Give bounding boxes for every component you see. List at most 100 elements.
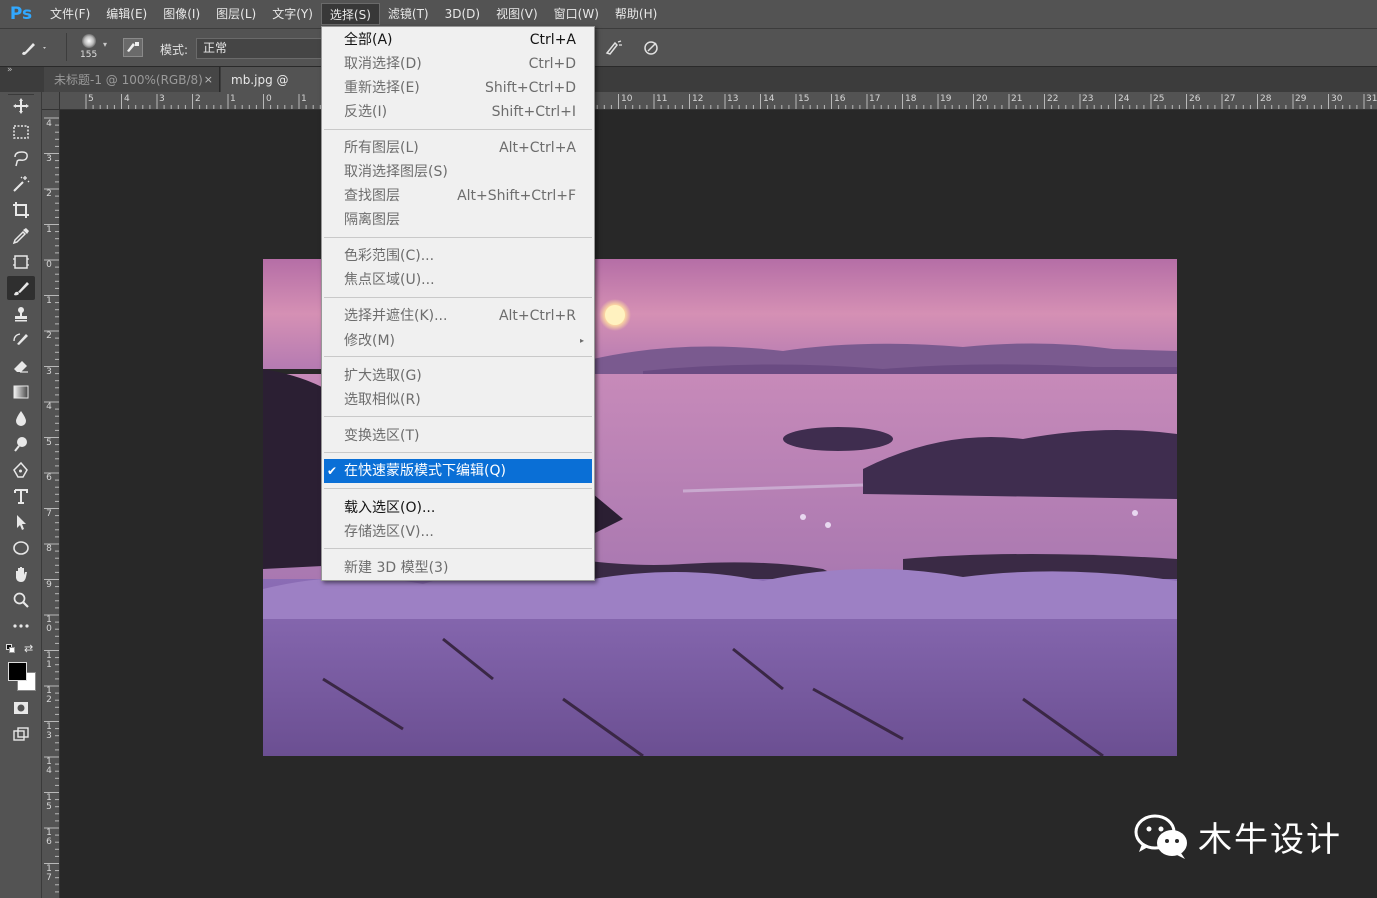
menu-item-grow[interactable]: 扩大选取(G): [324, 364, 592, 388]
ruler-label: 2: [46, 331, 52, 341]
screen-mode-button[interactable]: [7, 722, 35, 746]
foreground-color-swatch[interactable]: [8, 662, 27, 681]
menu-item-select-and-mask[interactable]: 选择并遮住(K)... Alt+Ctrl+R: [324, 304, 592, 328]
menu-view[interactable]: 视图(V): [488, 3, 546, 25]
move-tool[interactable]: [7, 94, 35, 118]
ruler-label: 29: [1295, 94, 1307, 104]
menu-edit[interactable]: 编辑(E): [98, 3, 155, 25]
menu-file[interactable]: 文件(F): [42, 3, 98, 25]
ruler-label: 2: [195, 94, 201, 104]
menu-window[interactable]: 窗口(W): [546, 3, 607, 25]
pen-tool[interactable]: [7, 458, 35, 482]
ruler-label: 1: [230, 94, 236, 104]
menu-separator: [324, 237, 592, 238]
eyedropper-tool[interactable]: [7, 224, 35, 248]
zoom-tool[interactable]: [7, 588, 35, 612]
menu-item-transform-selection[interactable]: 变换选区(T): [324, 424, 592, 448]
menu-item-modify[interactable]: 修改(M) ▸: [324, 329, 592, 353]
brush-tool-preset-button[interactable]: [18, 38, 48, 61]
hand-tool[interactable]: [7, 562, 35, 586]
brush-icon: [22, 43, 46, 55]
brush-panel-icon: [127, 42, 139, 52]
close-icon[interactable]: ×: [204, 67, 213, 93]
lasso-tool[interactable]: [7, 146, 35, 170]
checkmark-icon: ✔: [327, 464, 338, 478]
ruler-corner: [42, 92, 60, 110]
menu-item-similar[interactable]: 选取相似(R): [324, 388, 592, 412]
ruler-label: 9: [46, 580, 52, 590]
menu-select[interactable]: 选择(S): [320, 3, 380, 25]
ruler-label: 30: [1331, 94, 1343, 104]
menu-item-save-selection[interactable]: 存储选区(V)...: [324, 520, 592, 544]
tab-untitled-1[interactable]: 未标题-1 @ 100%(RGB/8) ×: [44, 67, 220, 93]
history-brush-tool[interactable]: [7, 328, 35, 352]
swap-colors-icon[interactable]: ⇄: [24, 642, 33, 655]
menu-layer[interactable]: 图层(L): [208, 3, 264, 25]
blend-mode-select[interactable]: 正常: [196, 38, 322, 59]
ruler-label: 20: [976, 94, 988, 104]
gradient-tool[interactable]: [7, 380, 35, 404]
default-colors-icon[interactable]: [6, 644, 16, 654]
vertical-ruler[interactable]: 4 3 2 1 0 1 2 3 4 5 6 7 8 9 10 11 12 13 …: [42, 110, 60, 898]
ruler-label: 6: [46, 473, 52, 483]
menu-item-new-3d-model[interactable]: 新建 3D 模型(3): [324, 556, 592, 580]
ruler-label: 16: [46, 828, 52, 847]
tab-mb-jpg[interactable]: mb.jpg @ 75.1%: [221, 67, 331, 113]
collapse-panels-icon[interactable]: »: [7, 65, 13, 75]
ruler-label: 15: [798, 94, 810, 104]
ruler-label: 7: [46, 509, 52, 519]
eraser-tool[interactable]: [7, 354, 35, 378]
dodge-icon: [14, 437, 27, 452]
menu-item-focus-area[interactable]: 焦点区域(U)...: [324, 268, 592, 292]
menu-image[interactable]: 图像(I): [155, 3, 208, 25]
frame-tool[interactable]: [7, 250, 35, 274]
menu-item-all-layers[interactable]: 所有图层(L) Alt+Ctrl+A: [324, 136, 592, 160]
ruler-label: 28: [1260, 94, 1272, 104]
ruler-label: 13: [46, 722, 52, 741]
menu-filter[interactable]: 滤镜(T): [380, 3, 437, 25]
menu-item-deselect-layers[interactable]: 取消选择图层(S): [324, 160, 592, 184]
ellipse-icon: [13, 541, 29, 555]
ruler-label: 18: [905, 94, 917, 104]
ruler-label: 22: [1047, 94, 1059, 104]
menu-item-reselect[interactable]: 重新选择(E) Shift+Ctrl+D: [324, 76, 592, 100]
menu-help[interactable]: 帮助(H): [607, 3, 665, 25]
pressure-size-toggle[interactable]: [642, 39, 662, 60]
menu-item-find-layers[interactable]: 查找图层 Alt+Shift+Ctrl+F: [324, 184, 592, 208]
horizontal-ruler[interactable]: 5 4 3 2 1 0 1 10 11 12 13 14 15 16 17 18…: [60, 92, 1377, 110]
menu-item-isolate-layers[interactable]: 隔离图层: [324, 208, 592, 232]
brush-preset-picker[interactable]: 155 ▾: [78, 33, 116, 63]
dodge-tool[interactable]: [7, 432, 35, 456]
ruler-label: 10: [621, 94, 633, 104]
type-tool[interactable]: [7, 484, 35, 508]
menu-separator: [324, 548, 592, 549]
pen-icon: [13, 461, 28, 478]
path-selection-tool[interactable]: [7, 510, 35, 534]
quick-mask-button[interactable]: [7, 696, 35, 720]
document-tab-strip: » 未标题-1 @ 100%(RGB/8) × mb.jpg @ 75.1%: [0, 65, 1377, 113]
stamp-tool[interactable]: [7, 302, 35, 326]
blur-tool[interactable]: [7, 406, 35, 430]
menu-item-load-selection[interactable]: 载入选区(O)...: [324, 496, 592, 520]
eyedropper-icon: [12, 228, 29, 245]
crop-icon: [13, 202, 29, 218]
ellipse-tool[interactable]: [7, 536, 35, 560]
menu-item-quick-mask[interactable]: ✔ 在快速蒙版模式下编辑(Q): [324, 459, 592, 483]
airbrush-toggle[interactable]: [604, 39, 624, 60]
magic-wand-tool[interactable]: [7, 172, 35, 196]
more-tools-button[interactable]: [7, 614, 35, 638]
menu-item-inverse[interactable]: 反选(I) Shift+Ctrl+I: [324, 100, 592, 124]
arrow-pointer-icon: [17, 515, 26, 530]
menu-item-select-all[interactable]: 全部(A) Ctrl+A: [324, 28, 592, 52]
airbrush-icon: [605, 40, 622, 55]
menu-3d[interactable]: 3D(D): [437, 3, 488, 25]
ruler-label: 19: [940, 94, 952, 104]
crop-tool[interactable]: [7, 198, 35, 222]
menu-type[interactable]: 文字(Y): [264, 3, 321, 25]
brush-tool[interactable]: [7, 276, 35, 300]
toggle-brush-panel-button[interactable]: [123, 38, 143, 57]
menu-item-color-range[interactable]: 色彩范围(C)...: [324, 244, 592, 268]
ruler-label: 3: [46, 367, 52, 377]
marquee-tool[interactable]: [7, 120, 35, 144]
menu-item-deselect[interactable]: 取消选择(D) Ctrl+D: [324, 52, 592, 76]
